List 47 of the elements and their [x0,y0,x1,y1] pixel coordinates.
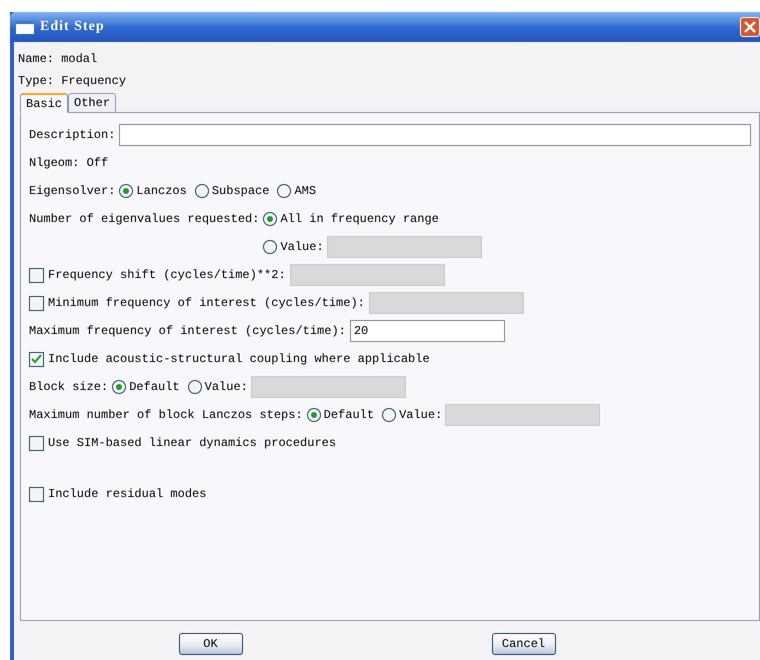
radio-button[interactable] [382,408,396,422]
checkbox-label: Minimum frequency of interest (cycles/time): [48,296,365,310]
radio-button[interactable] [277,184,292,198]
radio-button[interactable] [263,240,278,254]
checkbox[interactable] [29,268,44,282]
radio-button[interactable] [263,212,278,226]
info-text: Type: Frequency [18,73,128,90]
radio-button[interactable] [112,380,126,394]
radio-label: Value: [280,240,324,254]
checkbox-label: Use SIM-based linear dynamics procedures [48,436,336,450]
radio-button[interactable] [194,184,209,198]
radio-label: AMS [294,184,316,198]
radio-label: Default [324,408,374,422]
radio-button[interactable] [306,408,321,422]
radio-label: Subspace [212,184,270,198]
radio-label: Value: [204,380,248,394]
checkbox[interactable] [29,296,44,310]
radio-label: All in frequency range [280,212,439,226]
tab[interactable]: Basic [20,93,68,113]
radio-button[interactable] [188,380,202,394]
field-label: Eigensolver: [29,184,116,198]
checkbox[interactable] [29,352,44,366]
close-button[interactable] [740,17,760,37]
input-field[interactable] [119,124,751,146]
cancel-button[interactable]: Cancel [492,633,556,655]
radio-label: Lanczos [136,184,187,198]
radio-label: Value: [399,408,442,422]
window-title: Edit Step [40,19,106,35]
checkbox-label: Frequency shift (cycles/time)**2: [48,268,286,282]
radio-button[interactable] [119,184,134,198]
field-label: Maximum frequency of interest (cycles/time): [29,324,346,338]
radio-label: Default [129,380,180,394]
tab[interactable]: Other [68,93,116,113]
checkbox-label: Include residual modes [48,487,206,501]
field-label: Block size: [29,380,108,394]
checkbox-label: Include acoustic-structural coupling where applicable [48,352,430,366]
field-label: Maximum number of block Lanczos steps: [29,408,303,422]
ok-button[interactable]: OK [178,633,242,655]
window-icon [16,20,34,34]
info-text: Name: modal [18,51,98,68]
input-field[interactable]: 20 [350,320,505,342]
field-label: Number of eigenvalues requested: [29,211,260,228]
status-text: Nlgeom: Off [29,156,108,170]
field-label: Description: [29,128,116,142]
check-icon [31,354,42,364]
checkbox[interactable] [29,486,44,502]
checkbox[interactable] [29,436,44,450]
